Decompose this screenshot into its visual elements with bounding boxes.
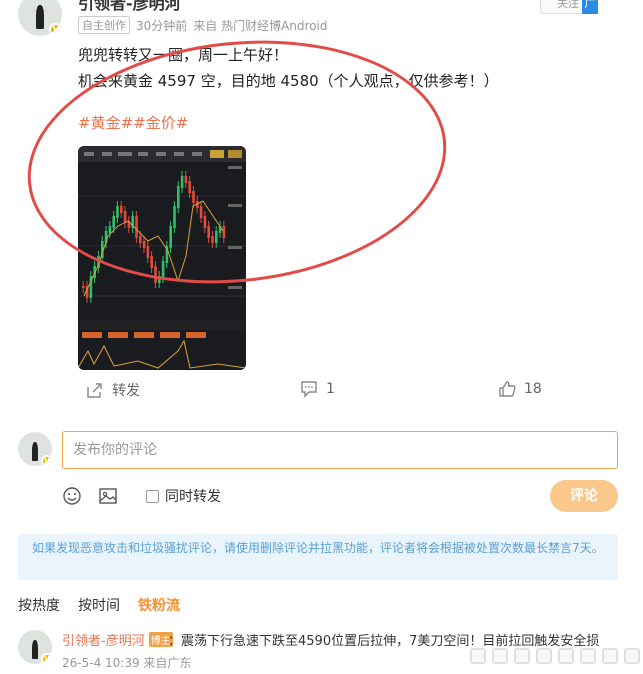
like-button[interactable]: 18 xyxy=(498,380,542,398)
verified-icon: V xyxy=(41,455,52,466)
post-author-name[interactable]: 引领者-彦明河 xyxy=(78,0,181,14)
placeholder-block xyxy=(514,648,530,664)
verified-icon: V xyxy=(41,653,52,664)
candle-body xyxy=(82,286,85,288)
post-text-line: 机会来黄金 4597 空，目的地 4580（个人观点，仅供参考！） xyxy=(78,72,499,90)
comment-sort-tabs: 按热度 按时间 铁粉流 xyxy=(18,595,180,615)
commenter-avatar[interactable]: V xyxy=(18,630,52,664)
candle-body xyxy=(169,226,172,248)
comment-button[interactable]: 1 xyxy=(300,380,335,398)
candle-body xyxy=(142,241,146,248)
placeholder-block xyxy=(492,648,508,664)
candle-body xyxy=(184,176,188,183)
author-avatar[interactable]: V xyxy=(18,0,62,36)
candle-body xyxy=(177,186,180,208)
comment-icon xyxy=(301,381,317,398)
placeholder-block xyxy=(558,648,574,664)
sync-repost-checkbox[interactable]: 同时转发 xyxy=(146,486,221,506)
comment-input[interactable]: 发布你的评论 xyxy=(62,431,618,469)
placeholder-block xyxy=(536,648,552,664)
candle-body xyxy=(146,246,150,258)
candlestick-chart-image[interactable] xyxy=(78,146,246,370)
candle-body xyxy=(116,206,119,218)
comment-text: ：震荡下行急速下跌至4590位置后拉伸，7美刀空间！目前拉回触发安全损 xyxy=(168,634,600,649)
comment-count: 1 xyxy=(326,381,335,397)
submit-comment-button[interactable]: 评论 xyxy=(550,480,618,512)
current-user-avatar[interactable]: V xyxy=(18,432,52,466)
repost-button[interactable]: 转发 xyxy=(86,380,140,400)
checkbox-box[interactable] xyxy=(146,489,159,503)
placeholder-block xyxy=(624,648,640,664)
candle-body xyxy=(139,236,142,243)
placeholder-block xyxy=(602,648,618,664)
candle-body xyxy=(211,236,214,243)
post-time[interactable]: 30分钟前 xyxy=(136,17,187,34)
candle-body xyxy=(161,261,165,278)
composer-tools: 同时转发 xyxy=(62,486,221,506)
candle-body xyxy=(123,211,127,223)
placeholder-block xyxy=(470,648,486,664)
candle-body xyxy=(180,176,184,188)
loading-placeholder xyxy=(470,648,640,664)
tab-sort-fans[interactable]: 铁粉流 xyxy=(138,595,180,615)
commenter-name[interactable]: 引领者-彦明河 博主 xyxy=(62,630,173,649)
repost-label: 转发 xyxy=(112,383,140,399)
candle-body xyxy=(158,276,161,283)
like-count: 18 xyxy=(524,381,542,397)
repost-icon xyxy=(87,383,102,398)
candle-body xyxy=(112,216,115,228)
candle-body xyxy=(192,191,195,203)
candle-body xyxy=(154,266,157,283)
candle-body xyxy=(215,231,218,243)
verified-icon: V xyxy=(49,23,62,36)
tab-sort-hot[interactable]: 按热度 xyxy=(18,595,60,615)
ad-flag-icon: 广 xyxy=(582,0,598,14)
topic-links[interactable]: #黄金##金价# xyxy=(78,112,188,133)
thumbs-up-icon xyxy=(499,381,516,397)
post-source: 来自 热门财经博Android xyxy=(193,18,328,33)
candle-body xyxy=(108,226,112,233)
candle-body xyxy=(150,256,153,268)
candle-body xyxy=(173,206,176,228)
image-icon[interactable] xyxy=(98,486,118,506)
post-actions: 转发 1 18 xyxy=(78,380,548,402)
comment-meta: 26-5-4 10:39 来自广东 xyxy=(62,656,192,670)
tab-sort-time[interactable]: 按时间 xyxy=(78,595,120,615)
candle-body xyxy=(203,216,207,228)
emoji-icon[interactable] xyxy=(62,486,82,506)
candle-body xyxy=(222,226,226,238)
commenter-name-text[interactable]: 引领者-彦明河 xyxy=(62,634,145,649)
candle-body xyxy=(199,206,203,218)
chart-image-graphic xyxy=(78,146,246,369)
candle-body xyxy=(120,206,123,213)
moderation-notice: 如果发现恶意攻击和垃圾骚扰评论，请使用删除评论并拉黑功能，评论者将会根据被处置次… xyxy=(18,534,618,580)
post-text-line: 兜兜转转又一圈，周一上午好！ xyxy=(78,46,289,64)
placeholder-block xyxy=(580,648,596,664)
post-text: 兜兜转转又一圈，周一上午好！ 机会来黄金 4597 空，目的地 4580（个人观… xyxy=(78,42,499,94)
sync-repost-label: 同时转发 xyxy=(165,489,221,505)
candle-body xyxy=(188,181,191,193)
candle-body xyxy=(207,226,210,238)
post-meta: 自主创作 30分钟前 来自 热门财经博Android xyxy=(78,16,328,34)
original-tag: 自主创作 xyxy=(78,16,130,34)
candle-body xyxy=(135,216,138,238)
